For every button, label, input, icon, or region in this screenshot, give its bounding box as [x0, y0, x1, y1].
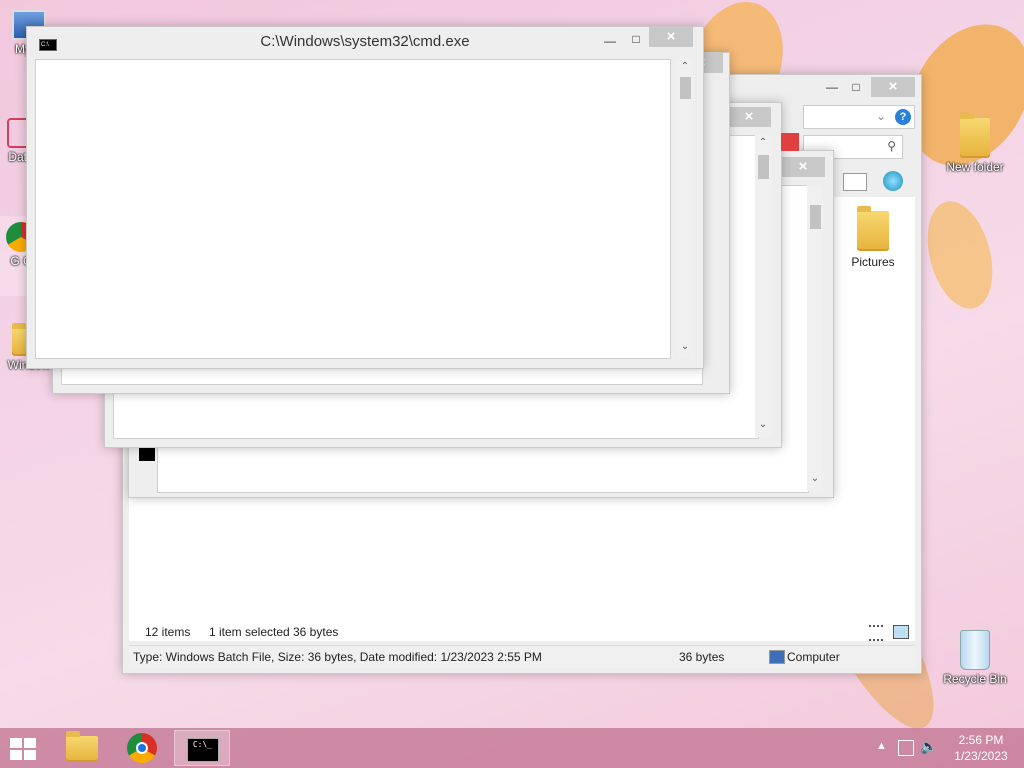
- pictures-folder-icon: [857, 206, 889, 251]
- scrollbar-thumb[interactable]: [680, 77, 691, 99]
- details-info: Type: Windows Batch File, Size: 36 bytes…: [133, 650, 542, 664]
- details-size: 36 bytes: [679, 650, 725, 664]
- scroll-down-arrow[interactable]: ⌄: [755, 419, 771, 430]
- file-item-pictures[interactable]: Pictures: [841, 205, 905, 269]
- vertical-scrollbar[interactable]: ⌃ ⌄: [677, 59, 693, 359]
- details-pane: Type: Windows Batch File, Size: 36 bytes…: [129, 645, 915, 668]
- large-icons-view-icon[interactable]: [893, 625, 909, 639]
- desktop-icon-new-folder[interactable]: New folder: [940, 112, 1010, 174]
- scrollbar-thumb[interactable]: [810, 205, 821, 229]
- console-area[interactable]: [35, 59, 671, 359]
- change-view-icon[interactable]: [843, 173, 867, 191]
- cmd-icon: C:\_: [187, 738, 219, 762]
- close-button[interactable]: ×: [871, 77, 915, 97]
- folder-icon: [960, 113, 990, 158]
- close-button[interactable]: ×: [727, 107, 771, 127]
- file-explorer-icon: [66, 731, 98, 762]
- cmd-icon: [139, 447, 155, 461]
- volume-icon[interactable]: 🔈: [920, 738, 937, 755]
- cmd-window[interactable]: C:\ C:\Windows\system32\cmd.exe — □ × ⌃ …: [26, 26, 704, 369]
- help-icon[interactable]: ?: [895, 109, 911, 125]
- start-button[interactable]: [8, 736, 38, 762]
- vertical-scrollbar[interactable]: ⌄: [807, 185, 823, 491]
- wallpaper-petal: [916, 194, 1004, 316]
- network-icon[interactable]: [898, 740, 914, 756]
- desktop-icon-recycle-bin[interactable]: Recycle Bin: [940, 630, 1010, 686]
- status-size: 36 bytes: [293, 625, 339, 639]
- details-location: Computer: [787, 650, 840, 664]
- details-view-icon[interactable]: [869, 625, 883, 641]
- close-button[interactable]: ×: [781, 157, 825, 177]
- taskbar-chrome[interactable]: [114, 730, 170, 766]
- red-indicator: [781, 133, 799, 151]
- minimize-button[interactable]: —: [819, 77, 845, 97]
- search-icon: ⚲: [887, 139, 896, 153]
- globe-icon[interactable]: [883, 171, 903, 191]
- computer-small-icon: [769, 650, 785, 664]
- maximize-button[interactable]: □: [623, 29, 649, 49]
- status-selected: 1 item selected: [209, 625, 290, 639]
- taskbar-file-explorer[interactable]: [54, 730, 110, 766]
- maximize-button[interactable]: □: [843, 77, 869, 97]
- show-hidden-icons-icon[interactable]: ▲: [876, 740, 887, 752]
- file-item-label: Pictures: [851, 255, 895, 269]
- scrollbar-thumb[interactable]: [758, 155, 769, 179]
- taskbar-cmd[interactable]: C:\_: [174, 730, 230, 766]
- taskbar: C:\_ ▲ 🔈 2:56 PM 1/23/2023: [0, 728, 1024, 768]
- minimize-button[interactable]: —: [597, 31, 623, 51]
- clock-date: 1/23/2023: [954, 749, 1008, 763]
- windows-logo-icon: [10, 738, 36, 760]
- scroll-up-arrow[interactable]: ⌃: [677, 61, 693, 72]
- vertical-scrollbar[interactable]: ⌃ ⌄: [755, 135, 771, 437]
- desktop-icon-label: Recycle Bin: [943, 672, 1007, 686]
- scroll-up-arrow[interactable]: ⌃: [755, 137, 771, 148]
- desktop-icon-label: New folder: [946, 160, 1004, 174]
- scroll-down-arrow[interactable]: ⌄: [807, 473, 823, 484]
- close-button[interactable]: ×: [649, 27, 693, 47]
- recycle-bin-icon: [960, 630, 990, 670]
- scroll-down-arrow[interactable]: ⌄: [677, 341, 693, 352]
- chevron-down-icon[interactable]: ⌄: [876, 109, 886, 123]
- chrome-icon: [127, 733, 157, 763]
- status-items-count: 12 items: [145, 625, 191, 639]
- clock[interactable]: 2:56 PM 1/23/2023: [948, 732, 1014, 764]
- clock-time: 2:56 PM: [958, 733, 1004, 747]
